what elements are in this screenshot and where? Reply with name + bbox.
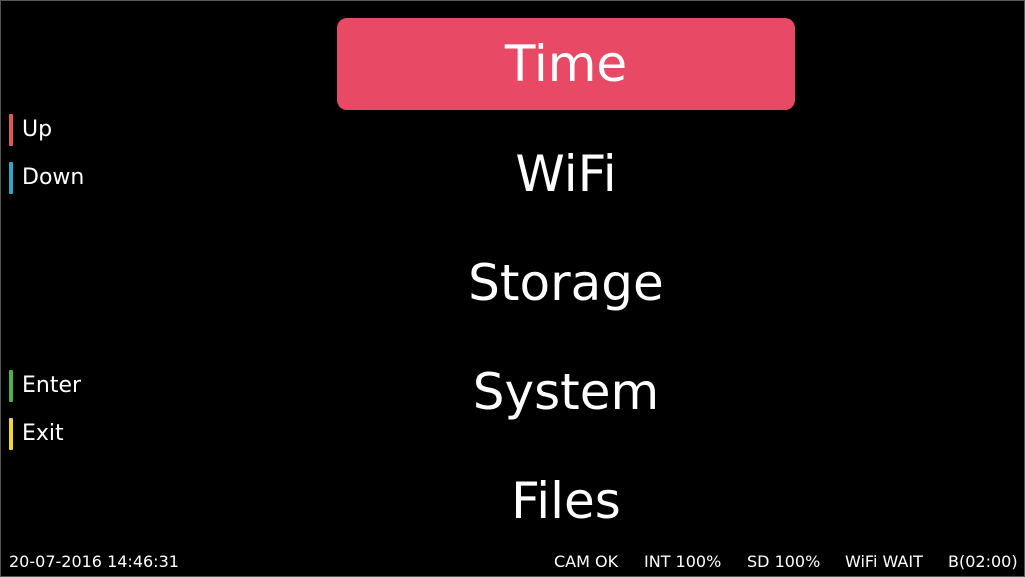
hint-down: Down [9,162,84,194]
enter-key-indicator [9,370,13,402]
status-camera: CAM OK [554,552,619,571]
menu-item-system[interactable]: System [337,346,795,438]
status-battery: B(02:00) [948,552,1018,571]
status-internal-storage: INT 100% [644,552,722,571]
hint-up-label: Up [22,117,53,142]
status-datetime: 20-07-2016 14:46:31 [9,552,179,571]
menu-item-time[interactable]: Time [337,18,795,110]
hint-exit: Exit [9,418,64,450]
menu-item-storage[interactable]: Storage [337,237,795,329]
exit-key-indicator [9,418,13,450]
status-wifi: WiFi WAIT [845,552,923,571]
down-key-indicator [9,162,13,194]
hint-exit-label: Exit [22,421,64,446]
hint-enter: Enter [9,370,81,402]
menu-item-wifi[interactable]: WiFi [337,128,795,220]
hint-down-label: Down [22,165,85,190]
status-sd-card: SD 100% [747,552,821,571]
menu-item-files[interactable]: Files [337,455,795,547]
hint-up: Up [9,114,52,146]
hint-enter-label: Enter [22,373,82,398]
up-key-indicator [9,114,13,146]
